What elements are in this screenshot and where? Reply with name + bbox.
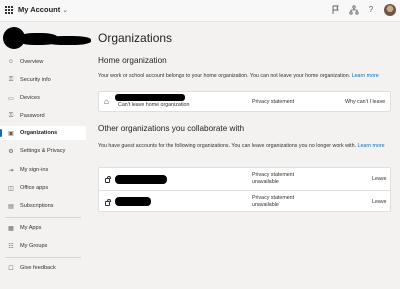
home-organization-heading: Home organization — [98, 56, 167, 65]
sidebar-item-my-sign-ins[interactable]: ⇥ My sign-ins — [0, 163, 86, 177]
app-title-text: My Account — [18, 5, 61, 14]
sidebar-item-password[interactable]: ⚿ Password — [0, 109, 86, 123]
waffle-icon[interactable] — [5, 6, 13, 14]
redacted-org-name — [115, 175, 167, 184]
laptop-icon: ▭ — [8, 95, 14, 102]
sidebar: ☺ Overview ⚿ Security info ▭ Devices ⚿ P… — [0, 22, 91, 289]
briefcase-icon — [105, 176, 111, 183]
redacted-org-name — [115, 94, 185, 101]
sidebar-item-label: Subscriptions — [20, 203, 54, 209]
sidebar-item-label: Security info — [20, 77, 51, 83]
sidebar-item-give-feedback[interactable]: ☐ Give feedback — [0, 261, 86, 275]
redacted-name — [45, 36, 91, 45]
sidebar-item-label: Overview — [20, 59, 44, 65]
sidebar-item-label: My sign-ins — [20, 167, 49, 173]
briefcase-icon: ▣ — [8, 130, 14, 137]
other-organizations-description: You have guest accounts for the followin… — [98, 143, 391, 151]
learn-more-link[interactable]: Learn more — [352, 73, 379, 79]
avatar[interactable] — [384, 4, 396, 16]
other-description-text: You have guest accounts for the followin… — [98, 143, 357, 149]
privacy-statement-link[interactable]: Privacy statement — [252, 99, 294, 105]
app-title[interactable]: My Account ⌄ — [18, 5, 68, 14]
subscriptions-icon: ▤ — [8, 203, 14, 210]
learn-more-link[interactable]: Learn more — [358, 143, 385, 149]
sidebar-item-my-apps[interactable]: ▦ My Apps — [0, 221, 86, 235]
top-bar: My Account ⌄ ? — [0, 0, 400, 22]
office-icon: ◫ — [8, 185, 14, 192]
guest-organizations-card: Privacy statement unavailable Leave Priv… — [98, 167, 391, 212]
other-organizations-heading: Other organizations you collaborate with — [98, 124, 245, 133]
privacy-statement-status: Privacy statement — [252, 195, 295, 201]
briefcase-icon — [105, 199, 111, 206]
home-organization-description: Your work or school account belongs to y… — [98, 73, 391, 81]
leave-button[interactable]: Leave — [372, 176, 386, 182]
signin-icon: ⇥ — [8, 167, 14, 174]
sidebar-item-label: Give feedback — [20, 265, 56, 271]
sidebar-item-my-groups[interactable]: ☷ My Groups — [0, 239, 86, 253]
sidebar-item-label: Organizations — [20, 130, 58, 136]
key-icon: ⚿ — [8, 112, 14, 119]
sidebar-item-devices[interactable]: ▭ Devices — [0, 91, 86, 105]
sidebar-item-subscriptions[interactable]: ▤ Subscriptions — [0, 199, 86, 213]
home-description-text: Your work or school account belongs to y… — [98, 73, 351, 79]
feedback-icon: ☐ — [8, 265, 14, 272]
leave-button[interactable]: Leave — [372, 199, 386, 205]
sidebar-item-label: My Groups — [20, 243, 48, 249]
key-icon: ⚿ — [8, 76, 14, 83]
sidebar-divider — [5, 257, 81, 258]
sidebar-item-organizations[interactable]: ▣ Organizations — [0, 126, 86, 140]
gear-icon: ⚙ — [8, 148, 14, 155]
sidebar-divider — [5, 217, 81, 218]
privacy-statement-status: unavailable — [252, 179, 279, 185]
home-icon: ⌂ — [104, 97, 109, 106]
row-divider — [99, 190, 390, 191]
home-card-subtitle: Can't leave home organization — [118, 102, 190, 108]
privacy-statement-status: Privacy statement — [252, 172, 295, 178]
sidebar-item-overview[interactable]: ☺ Overview — [0, 55, 86, 69]
sidebar-item-label: My Apps — [20, 225, 42, 231]
page-title: Organizations — [98, 31, 173, 45]
help-icon[interactable]: ? — [366, 5, 376, 15]
privacy-statement-status: unavailable — [252, 202, 279, 208]
active-indicator — [0, 129, 2, 137]
sidebar-item-label: Office apps — [20, 185, 49, 191]
person-icon: ☺ — [7, 59, 15, 65]
home-organization-card: ⌂ Can't leave home organization Privacy … — [98, 91, 391, 112]
sidebar-item-label: Settings & Privacy — [20, 148, 66, 154]
why-cant-i-leave-link[interactable]: Why can't I leave — [345, 99, 385, 105]
sidebar-item-label: Password — [20, 113, 45, 119]
apps-icon: ▦ — [8, 225, 14, 232]
sidebar-item-office-apps[interactable]: ◫ Office apps — [0, 181, 86, 195]
sidebar-item-settings-privacy[interactable]: ⚙ Settings & Privacy — [0, 144, 86, 158]
org-chart-icon[interactable] — [349, 5, 359, 15]
redacted-org-name — [115, 197, 151, 206]
groups-icon: ☷ — [8, 243, 14, 250]
flag-icon[interactable] — [331, 5, 341, 15]
sidebar-item-security-info[interactable]: ⚿ Security info — [0, 73, 86, 87]
chevron-down-icon: ⌄ — [62, 6, 69, 14]
sidebar-item-label: Devices — [20, 95, 40, 101]
